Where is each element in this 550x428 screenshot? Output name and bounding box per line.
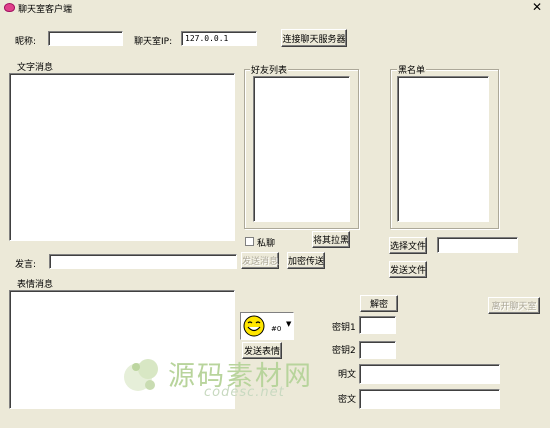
- close-icon[interactable]: ✕: [532, 1, 542, 13]
- message-input[interactable]: [49, 254, 237, 269]
- friends-list-label: 好友列表: [250, 63, 289, 76]
- ciphertext-label: 密文: [338, 395, 357, 405]
- plaintext-label: 明文: [338, 370, 357, 380]
- app-icon: [4, 3, 15, 12]
- title-bar: 聊天室客户端 ✕: [0, 0, 550, 17]
- watermark-logo-icon: [124, 359, 158, 391]
- window-title: 聊天室客户端: [18, 5, 73, 15]
- server-ip-label: 聊天室IP:: [134, 37, 173, 47]
- ciphertext-input[interactable]: [359, 389, 500, 409]
- emoticon-messages-label: 表情消息: [17, 280, 54, 290]
- connect-button[interactable]: 连接聊天服务器: [281, 29, 347, 47]
- choose-file-button[interactable]: 选择文件: [389, 237, 427, 254]
- plaintext-input[interactable]: [359, 364, 500, 384]
- nickname-input[interactable]: [48, 31, 123, 46]
- key1-label: 密钥1: [332, 323, 356, 333]
- server-ip-input[interactable]: 127.0.0.1: [181, 31, 257, 46]
- blacklist-add-button[interactable]: 将其拉黑: [312, 231, 350, 248]
- key1-input[interactable]: [359, 316, 396, 334]
- chevron-down-icon[interactable]: ▼: [286, 320, 291, 328]
- smiley-icon: [243, 315, 265, 337]
- text-messages-label: 文字消息: [17, 63, 54, 73]
- watermark-url: codesc.net: [204, 385, 285, 400]
- private-chat-checkbox[interactable]: [245, 237, 254, 246]
- private-chat-label: 私聊: [257, 239, 276, 249]
- file-path-input[interactable]: [437, 237, 518, 253]
- blacklist-label: 黑名单: [397, 63, 427, 76]
- emoticon-selected-value: #0: [271, 325, 282, 333]
- encrypt-send-button[interactable]: 加密传送: [287, 252, 325, 269]
- friends-list[interactable]: [253, 76, 350, 222]
- leave-chat-button[interactable]: 离开聊天室: [488, 297, 540, 314]
- text-messages-area[interactable]: [9, 73, 235, 241]
- speak-label: 发言:: [15, 260, 37, 270]
- key2-label: 密钥2: [332, 346, 356, 356]
- decrypt-button[interactable]: 解密: [360, 295, 398, 312]
- blacklist-list[interactable]: [397, 76, 489, 222]
- nickname-label: 昵称:: [15, 37, 37, 47]
- emoticon-select[interactable]: #0 ▼: [240, 312, 294, 340]
- key2-input[interactable]: [359, 341, 396, 359]
- send-file-button[interactable]: 发送文件: [389, 261, 427, 278]
- send-message-button[interactable]: 发送消息: [241, 252, 279, 269]
